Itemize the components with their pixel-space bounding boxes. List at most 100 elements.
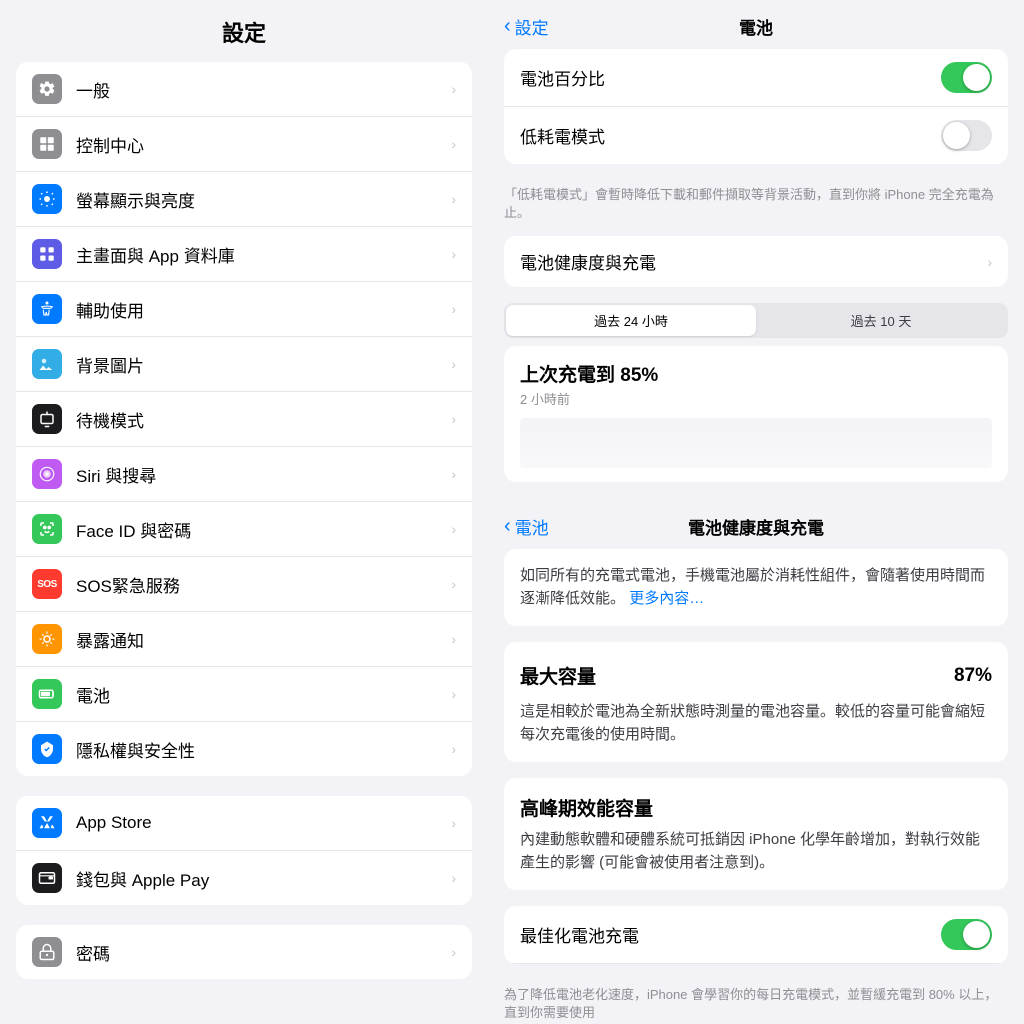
settings-item-privacy[interactable]: 隱私權與安全性 › xyxy=(16,722,472,776)
health-intro-link[interactable]: 更多內容… xyxy=(629,590,704,607)
left-panel: 設定 一般 › 控制中心 › 螢幕顯示與亮度 › xyxy=(0,0,488,1024)
settings-item-wallpaper[interactable]: 背景圖片 › xyxy=(16,337,472,392)
appstore-chevron: › xyxy=(451,815,456,831)
segment-24h[interactable]: 過去 24 小時 xyxy=(506,305,756,336)
standby-label: 待機模式 xyxy=(76,407,451,432)
low-power-note: 「低耗電模式」會暫時降低下載和郵件擷取等背景活動，直到你將 iPhone 完全充… xyxy=(488,180,1024,236)
health-intro-group: 如同所有的充電式電池，手機電池屬於消耗性組件，會隨著使用時間而逐漸降低效能。 更… xyxy=(504,549,1008,626)
battery-nav-title: 電池 xyxy=(739,14,773,39)
low-power-row: 低耗電模式 xyxy=(504,107,1008,164)
battery-nav-bar: ‹ 設定 電池 xyxy=(488,0,1024,49)
passcode-icon xyxy=(32,937,62,967)
passcode-label: 密碼 xyxy=(76,940,451,965)
max-capacity-desc: 這是相較於電池為全新狀態時測量的電池容量。較低的容量可能會縮短每次充電後的使用時… xyxy=(520,701,992,746)
settings-item-standby[interactable]: 待機模式 › xyxy=(16,392,472,447)
privacy-label: 隱私權與安全性 xyxy=(76,737,451,762)
accessibility-label: 輔助使用 xyxy=(76,297,451,322)
max-capacity-title: 最大容量 xyxy=(520,662,596,689)
siri-label: Siri 與搜尋 xyxy=(76,462,451,487)
battery-label: 電池 xyxy=(76,682,451,707)
standby-chevron: › xyxy=(451,411,456,427)
settings-item-exposure[interactable]: 暴露通知 › xyxy=(16,612,472,667)
sos-icon: SOS xyxy=(32,569,62,599)
max-capacity-group: 最大容量 87% 這是相較於電池為全新狀態時測量的電池容量。較低的容量可能會縮短… xyxy=(504,642,1008,762)
battery-chart xyxy=(520,418,992,468)
accessibility-chevron: › xyxy=(451,301,456,317)
wallpaper-label: 背景圖片 xyxy=(76,352,451,377)
peak-title: 高峰期效能容量 xyxy=(520,794,992,821)
settings-item-faceid[interactable]: Face ID 與密碼 › xyxy=(16,502,472,557)
health-overlay: ‹ 電池 電池健康度與充電 如同所有的充電式電池，手機電池屬於消耗性組件，會隨著… xyxy=(488,500,1024,1024)
settings-item-accessibility[interactable]: 輔助使用 › xyxy=(16,282,472,337)
general-label: 一般 xyxy=(76,77,451,102)
low-power-toggle-thumb xyxy=(943,122,970,149)
settings-item-control-center[interactable]: 控制中心 › xyxy=(16,117,472,172)
battery-nav-back[interactable]: ‹ 設定 xyxy=(504,14,549,39)
standby-icon xyxy=(32,404,62,434)
privacy-chevron: › xyxy=(451,741,456,757)
max-capacity-value: 87% xyxy=(954,665,992,687)
exposure-label: 暴露通知 xyxy=(76,627,451,652)
optimized-charging-group: 最佳化電池充電 xyxy=(504,906,1008,964)
battery-health-chevron: › xyxy=(987,254,992,270)
battery-percent-toggle[interactable] xyxy=(941,62,992,93)
control-center-label: 控制中心 xyxy=(76,132,451,157)
health-nav-title: 電池健康度與充電 xyxy=(688,514,824,539)
optimized-charging-toggle[interactable] xyxy=(941,919,992,950)
segment-10d[interactable]: 過去 10 天 xyxy=(756,305,1006,336)
max-capacity-row: 最大容量 87% xyxy=(520,658,992,693)
settings-item-siri[interactable]: Siri 與搜尋 › xyxy=(16,447,472,502)
settings-item-battery[interactable]: 電池 › xyxy=(16,667,472,722)
settings-group-store: App Store › 錢包與 Apple Pay › xyxy=(16,796,472,905)
settings-group-security: 密碼 › xyxy=(16,925,472,979)
health-intro-text: 如同所有的充電式電池，手機電池屬於消耗性組件，會隨著使用時間而逐漸降低效能。 更… xyxy=(520,567,985,607)
settings-item-home-screen[interactable]: 主畫面與 App 資料庫 › xyxy=(16,227,472,282)
control-center-icon xyxy=(32,129,62,159)
wallet-label: 錢包與 Apple Pay xyxy=(76,866,451,891)
battery-health-label: 電池健康度與充電 xyxy=(520,249,987,274)
sos-label: SOS緊急服務 xyxy=(76,572,451,597)
settings-item-display[interactable]: 螢幕顯示與亮度 › xyxy=(16,172,472,227)
right-panel: ‹ 設定 電池 電池百分比 低耗電模式 「低耗電模式」會暫時降低下載和郵件擷取等… xyxy=(488,0,1024,1024)
battery-health-row-group: 電池健康度與充電 › xyxy=(504,236,1008,287)
wallpaper-icon xyxy=(32,349,62,379)
settings-item-sos[interactable]: SOS SOS緊急服務 › xyxy=(16,557,472,612)
battery-percent-row: 電池百分比 xyxy=(504,49,1008,107)
health-back-label: 電池 xyxy=(515,514,549,539)
battery-health-row[interactable]: 電池健康度與充電 › xyxy=(504,236,1008,287)
battery-toggles-group: 電池百分比 低耗電模式 xyxy=(504,49,1008,164)
low-power-toggle[interactable] xyxy=(941,120,992,151)
home-screen-icon xyxy=(32,239,62,269)
display-icon xyxy=(32,184,62,214)
appstore-label: App Store xyxy=(76,813,451,833)
exposure-chevron: › xyxy=(451,631,456,647)
peak-desc: 內建動態軟體和硬體系統可抵銷因 iPhone 化學年齡增加，對執行效能產生的影響… xyxy=(520,829,992,874)
optimized-charging-label: 最佳化電池充電 xyxy=(520,922,941,947)
sos-chevron: › xyxy=(451,576,456,592)
battery-segment-control: 過去 24 小時 過去 10 天 xyxy=(504,303,1008,338)
health-nav-back[interactable]: ‹ 電池 xyxy=(504,514,549,539)
battery-icon xyxy=(32,679,62,709)
battery-chevron: › xyxy=(451,686,456,702)
battery-percent-label: 電池百分比 xyxy=(520,65,941,90)
settings-item-wallet[interactable]: 錢包與 Apple Pay › xyxy=(16,851,472,905)
battery-back-label: 設定 xyxy=(515,14,549,39)
health-back-chevron-icon: ‹ xyxy=(504,515,511,538)
wallpaper-chevron: › xyxy=(451,356,456,372)
left-panel-title: 設定 xyxy=(0,0,488,62)
passcode-chevron: › xyxy=(451,944,456,960)
health-nav-bar: ‹ 電池 電池健康度與充電 xyxy=(488,500,1024,549)
siri-icon xyxy=(32,459,62,489)
general-chevron: › xyxy=(451,81,456,97)
settings-item-appstore[interactable]: App Store › xyxy=(16,796,472,851)
home-screen-chevron: › xyxy=(451,246,456,262)
settings-item-general[interactable]: 一般 › xyxy=(16,62,472,117)
privacy-icon xyxy=(32,734,62,764)
settings-item-passcode[interactable]: 密碼 › xyxy=(16,925,472,979)
optimized-charging-note: 為了降低電池老化速度，iPhone 會學習你的每日充電模式，並暫緩充電到 80%… xyxy=(488,980,1024,1024)
battery-back-chevron-icon: ‹ xyxy=(504,15,511,38)
optimized-charging-row: 最佳化電池充電 xyxy=(504,906,1008,964)
faceid-chevron: › xyxy=(451,521,456,537)
battery-percent-toggle-thumb xyxy=(963,64,990,91)
faceid-icon xyxy=(32,514,62,544)
